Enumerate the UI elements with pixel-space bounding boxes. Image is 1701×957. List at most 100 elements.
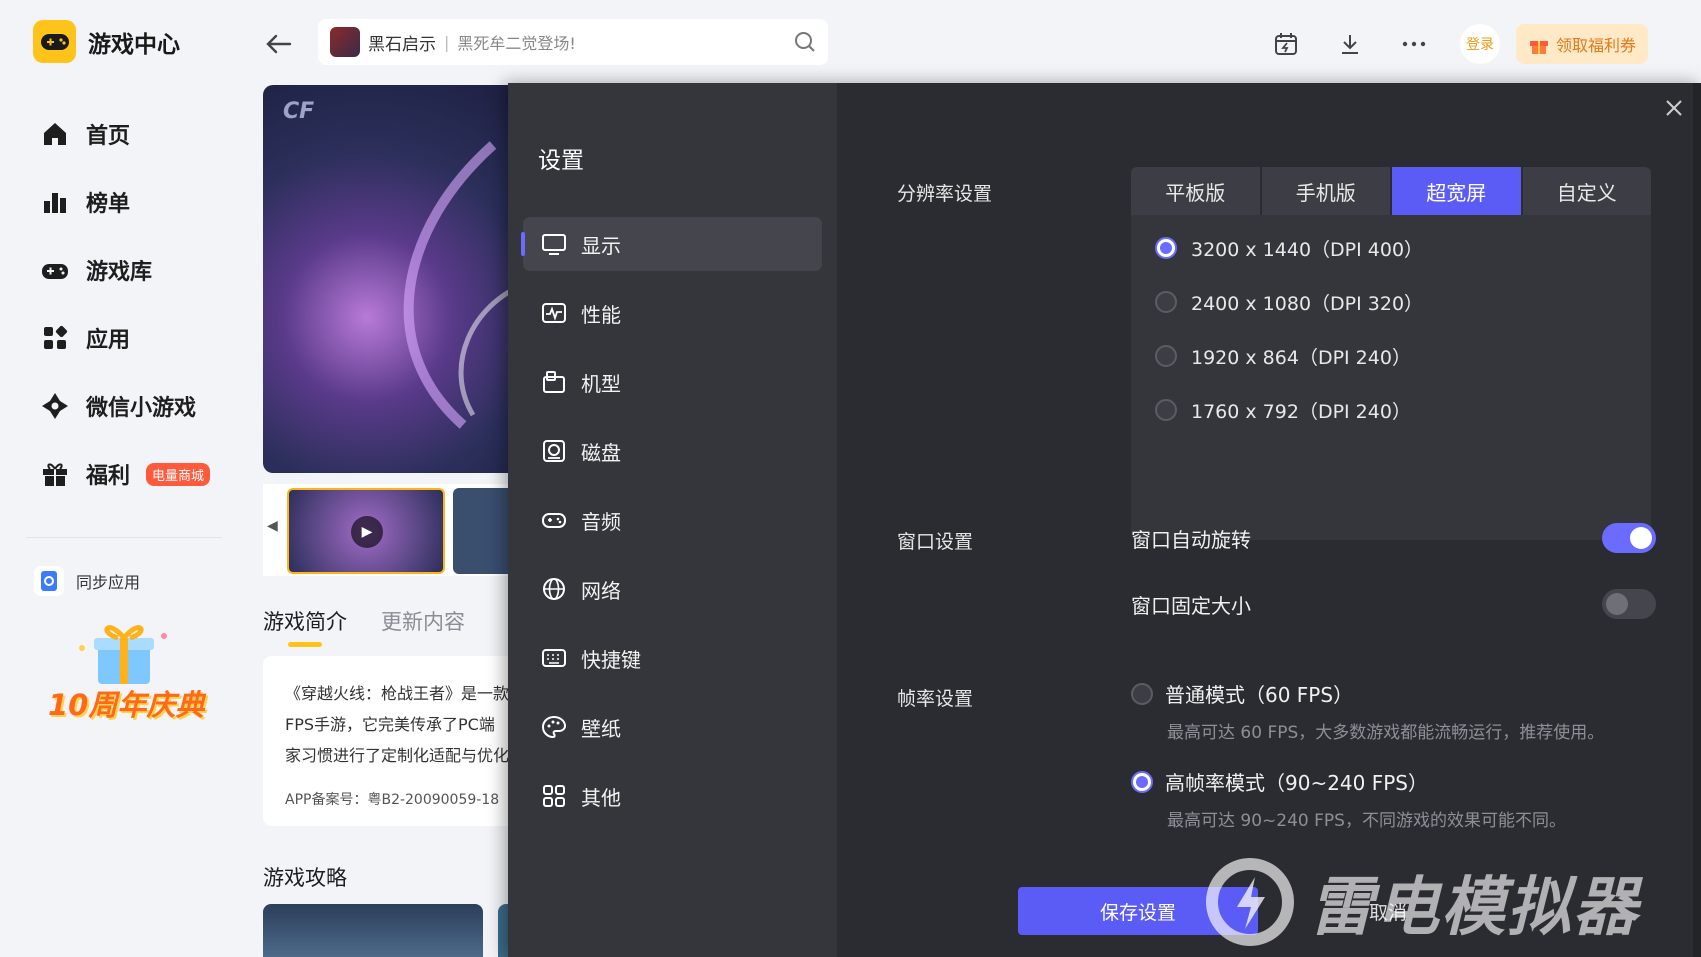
fps-high-label: 高帧率模式（90~240 FPS） [1165, 771, 1428, 795]
gamepad-icon [42, 264, 68, 279]
search-bar[interactable]: 黑石启示 | 黑死牟二觉登场! [318, 19, 828, 65]
tab-phone[interactable]: 手机版 [1261, 167, 1392, 215]
sidebar-item-home[interactable]: 首页 [40, 100, 230, 168]
sidebar-item-library[interactable]: 游戏库 [40, 236, 230, 304]
search-separator: | [444, 32, 450, 52]
sidebar-item-label: 微信小游戏 [86, 396, 197, 421]
fps-normal-desc: 最高可达 60 FPS，大多数游戏都能流畅运行，推荐使用。 [1167, 723, 1605, 743]
apps-icon [44, 325, 68, 349]
gift-icon [43, 463, 67, 486]
anniversary-banner[interactable]: 10周年庆典 [48, 618, 208, 728]
search-input[interactable]: 黑死牟二觉登场! [457, 30, 786, 54]
fps-normal-option[interactable]: 普通模式（60 FPS） 最高可达 60 FPS，大多数游戏都能流畅运行，推荐使… [1131, 679, 1691, 743]
home-icon [44, 123, 66, 145]
fixed-size-label: 窗口固定大小 [1131, 593, 1251, 618]
guide-section-title: 游戏攻略 [263, 866, 347, 890]
resolution-option[interactable]: 1920 x 864（DPI 240） [1131, 329, 1651, 383]
fps-high-option[interactable]: 高帧率模式（90~240 FPS） 最高可达 90~240 FPS，不同游戏的效… [1131, 767, 1691, 831]
lightning-logo-icon [1206, 858, 1294, 946]
auto-rotate-toggle[interactable] [1602, 523, 1656, 553]
radio-selected[interactable] [1131, 770, 1153, 793]
intro-line: 家习惯进行了定制化适配与优化 [285, 746, 510, 765]
tab-tablet[interactable]: 平板版 [1131, 167, 1262, 215]
resolution-options: 3200 x 1440（DPI 400） 2400 x 1080（DPI 320… [1131, 215, 1651, 437]
claim-coupon-button[interactable]: 领取福利券 [1516, 24, 1649, 64]
tab-custom[interactable]: 自定义 [1522, 167, 1651, 215]
fps-settings-label: 帧率设置 [897, 688, 974, 710]
sidebar-divider [26, 537, 222, 538]
sidebar-item-label: 游戏库 [86, 260, 153, 285]
app-logo[interactable]: 游戏中心 [33, 20, 180, 63]
app-title: 游戏中心 [88, 31, 180, 58]
calendar-icon[interactable] [1268, 26, 1304, 62]
store-tag-badge: 电量商城 [146, 462, 211, 486]
sync-apps-button[interactable]: 同步应用 [34, 566, 140, 596]
resolution-option[interactable]: 2400 x 1080（DPI 320） [1131, 275, 1651, 329]
radio-unselected[interactable] [1155, 399, 1177, 421]
app-root: 游戏中心 首页 榜单 游戏库 应用 微信小游戏 福利 电量商城 同步应用 10周… [0, 0, 1701, 957]
resolution-tabs: 平板版 手机版 超宽屏 自定义 [1131, 167, 1651, 215]
more-icon[interactable] [1396, 26, 1432, 62]
auto-rotate-label: 窗口自动旋转 [1131, 527, 1251, 552]
sync-phone-icon [34, 566, 64, 596]
fps-high-desc: 最高可达 90~240 FPS，不同游戏的效果可能不同。 [1167, 811, 1566, 831]
resolution-option[interactable]: 3200 x 1440（DPI 400） [1131, 221, 1651, 275]
sidebar-item-label: 榜单 [86, 192, 131, 217]
video-thumbnail[interactable]: ▶ [287, 488, 445, 574]
settings-content: 分辨率设置 平板版 手机版 超宽屏 自定义 3200 x 1440（DPI 40… [508, 83, 1701, 957]
game-avatar [330, 27, 360, 57]
tab-update[interactable]: 更新内容 [381, 606, 465, 647]
window-settings-label: 窗口设置 [897, 531, 974, 553]
game-tabs: 游戏简介 更新内容 [263, 606, 465, 647]
sidebar-item-label: 应用 [86, 328, 131, 353]
guide-card[interactable] [263, 904, 483, 957]
close-icon[interactable] [1661, 95, 1687, 121]
resolution-option[interactable]: 1760 x 792（DPI 240） [1131, 383, 1651, 437]
resolution-option-label: 3200 x 1440（DPI 400） [1191, 238, 1424, 261]
intro-line: FPS手游，它完美传承了PC端 [285, 715, 495, 734]
watermark-text: 雷电模拟器 [1309, 871, 1639, 945]
wechat-game-icon [42, 393, 68, 419]
sidebar-nav: 首页 榜单 游戏库 应用 微信小游戏 福利 电量商城 [40, 100, 230, 508]
tab-intro[interactable]: 游戏简介 [263, 606, 347, 647]
claim-coupon-label: 领取福利券 [1556, 36, 1637, 55]
fps-normal-label: 普通模式（60 FPS） [1165, 683, 1354, 707]
brand-watermark: 雷电模拟器 [1205, 852, 1685, 952]
back-arrow-icon[interactable] [266, 28, 292, 61]
intro-line: 《穿越火线：枪战王者》是一款 [285, 684, 510, 703]
login-button[interactable]: 登录 [1460, 24, 1500, 64]
gamepad-logo-icon [33, 20, 76, 63]
game-intro-card: 《穿越火线：枪战王者》是一款 FPS手游，它完美传承了PC端 家习惯进行了定制化… [263, 656, 523, 826]
tab-ultrawide[interactable]: 超宽屏 [1392, 167, 1523, 215]
sidebar-item-wechat-games[interactable]: 微信小游戏 [40, 372, 230, 440]
radio-unselected[interactable] [1131, 682, 1153, 705]
resolution-option-label: 2400 x 1080（DPI 320） [1191, 292, 1424, 315]
radio-unselected[interactable] [1155, 345, 1177, 367]
fixed-size-toggle[interactable] [1602, 589, 1656, 619]
thumbnail-strip: ◀ ▶ [263, 484, 523, 576]
top-toolbar: 登录 领取福利券 [1268, 24, 1701, 64]
chevron-left-icon[interactable]: ◀ [267, 518, 278, 534]
resolution-option-label: 1760 x 792（DPI 240） [1191, 400, 1411, 423]
sync-label: 同步应用 [76, 573, 141, 592]
radio-unselected[interactable] [1155, 291, 1177, 313]
sidebar-item-rank[interactable]: 榜单 [40, 168, 230, 236]
chart-icon [44, 193, 66, 213]
sidebar-item-label: 首页 [86, 124, 131, 149]
radio-selected[interactable] [1155, 237, 1177, 259]
settings-dialog: 设置 显示 性能 机型 磁盘 音频 网络 快捷键 壁纸 其他 分辨率设置 平板版… [508, 83, 1701, 957]
sidebar-item-welfare[interactable]: 福利 电量商城 [40, 440, 230, 508]
game-hero-image[interactable]: CF [263, 85, 523, 473]
sidebar-item-apps[interactable]: 应用 [40, 304, 230, 372]
resolution-label: 分辨率设置 [897, 183, 993, 205]
resolution-option-label: 1920 x 864（DPI 240） [1191, 346, 1411, 369]
download-icon[interactable] [1332, 26, 1368, 62]
search-game-name: 黑石启示 [368, 34, 436, 55]
auto-rotate-row: 窗口自动旋转 [1131, 523, 1656, 553]
app-license: APP备案号：粤B2-20090059-18 [285, 792, 500, 808]
scrollbar[interactable] [1693, 83, 1701, 957]
anniversary-text: 10周年庆典 [48, 688, 205, 722]
play-icon[interactable]: ▶ [351, 516, 383, 548]
search-icon[interactable] [794, 31, 816, 53]
gift-icon [1530, 41, 1548, 54]
